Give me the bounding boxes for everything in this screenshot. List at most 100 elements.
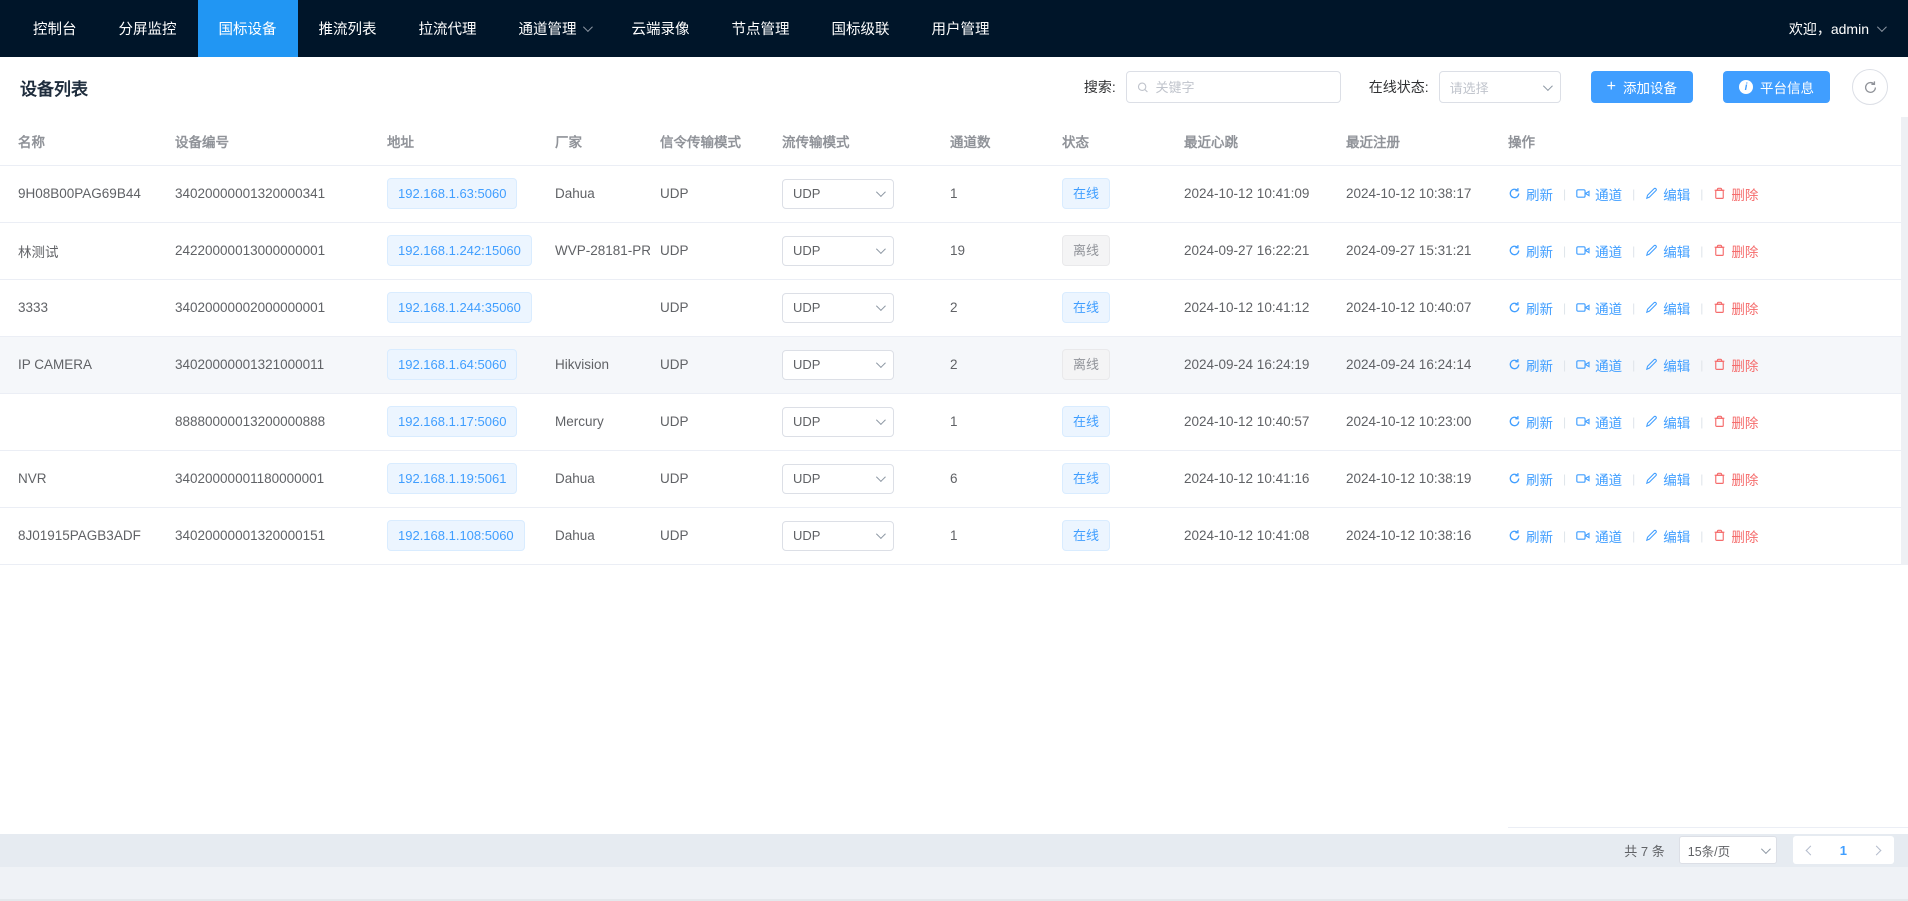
stream-mode-select[interactable]: UDP xyxy=(782,464,894,494)
edit-action[interactable]: 编辑 xyxy=(1645,469,1690,489)
search-input[interactable] xyxy=(1156,80,1330,95)
row-actions: 刷新 | 通道 | 编辑 | xyxy=(1508,241,1898,261)
channel-action[interactable]: 通道 xyxy=(1576,412,1622,432)
nav-item[interactable]: 云端录像 xyxy=(611,0,711,57)
chevron-down-icon xyxy=(876,358,886,368)
nav-item[interactable]: 通道管理 xyxy=(498,0,611,57)
nav-item[interactable]: 拉流代理 xyxy=(398,0,498,57)
info-icon: i xyxy=(1739,80,1753,94)
chevron-down-icon xyxy=(876,301,886,311)
action-divider: | xyxy=(1563,358,1566,372)
action-divider: | xyxy=(1563,301,1566,315)
delete-action[interactable]: 删除 xyxy=(1713,355,1758,375)
row-actions: 刷新 | 通道 | 编辑 | xyxy=(1508,526,1898,546)
platform-info-button[interactable]: i 平台信息 xyxy=(1723,71,1830,103)
total-count: 共 7 条 xyxy=(1624,841,1664,860)
action-divider: | xyxy=(1700,472,1703,486)
table-scrollbar[interactable] xyxy=(1901,117,1908,565)
edit-pen-icon xyxy=(1645,301,1658,314)
stream-mode-value: UDP xyxy=(793,414,820,429)
refresh-action-label: 刷新 xyxy=(1526,469,1553,489)
action-divider: | xyxy=(1700,415,1703,429)
current-page[interactable]: 1 xyxy=(1840,843,1847,858)
device-name: 8J01915PAGB3ADF xyxy=(0,507,165,564)
stream-mode-select[interactable]: UDP xyxy=(782,236,894,266)
channel-action-label: 通道 xyxy=(1595,469,1622,489)
nav-item[interactable]: 用户管理 xyxy=(911,0,1011,57)
nav-item-label: 用户管理 xyxy=(932,18,990,39)
table-row: NVR 34020000001180000001 192.168.1.19:50… xyxy=(0,450,1908,507)
action-divider: | xyxy=(1700,244,1703,258)
column-header: 流传输模式 xyxy=(772,117,940,165)
online-status-select[interactable]: 请选择 xyxy=(1439,71,1561,103)
stream-mode-select[interactable]: UDP xyxy=(782,293,894,323)
search-label: 搜索: xyxy=(1084,77,1116,97)
channel-action[interactable]: 通道 xyxy=(1576,298,1622,318)
delete-action[interactable]: 删除 xyxy=(1713,184,1758,204)
table-body: 9H08B00PAG69B44 34020000001320000341 192… xyxy=(0,165,1908,564)
nav-item-label: 推流列表 xyxy=(319,18,377,39)
action-divider: | xyxy=(1700,358,1703,372)
delete-action[interactable]: 删除 xyxy=(1713,412,1758,432)
user-menu[interactable]: 欢迎，admin xyxy=(1765,0,1908,57)
edit-action[interactable]: 编辑 xyxy=(1645,241,1690,261)
refresh-action[interactable]: 刷新 xyxy=(1508,412,1553,432)
refresh-icon xyxy=(1508,301,1521,314)
stream-mode-select[interactable]: UDP xyxy=(782,407,894,437)
page-size-select[interactable]: 15条/页 xyxy=(1679,836,1777,864)
refresh-icon xyxy=(1508,529,1521,542)
address-tag: 192.168.1.19:5061 xyxy=(387,463,517,494)
edit-action[interactable]: 编辑 xyxy=(1645,355,1690,375)
refresh-list-button[interactable] xyxy=(1852,69,1888,105)
delete-action[interactable]: 删除 xyxy=(1713,241,1758,261)
channel-action[interactable]: 通道 xyxy=(1576,184,1622,204)
refresh-action[interactable]: 刷新 xyxy=(1508,469,1553,489)
edit-pen-icon xyxy=(1645,187,1658,200)
channel-action[interactable]: 通道 xyxy=(1576,241,1622,261)
nav-spacer xyxy=(1011,0,1765,57)
nav-item[interactable]: 国标设备 xyxy=(198,0,298,57)
delete-action[interactable]: 删除 xyxy=(1713,298,1758,318)
chevron-down-icon xyxy=(876,415,886,425)
nav-item[interactable]: 推流列表 xyxy=(298,0,398,57)
delete-action[interactable]: 删除 xyxy=(1713,526,1758,546)
refresh-icon xyxy=(1508,187,1521,200)
stream-mode-select[interactable]: UDP xyxy=(782,521,894,551)
add-device-button[interactable]: + 添加设备 xyxy=(1591,71,1693,103)
device-id: 24220000013000000001 xyxy=(165,222,377,279)
stream-mode-select[interactable]: UDP xyxy=(782,350,894,380)
delete-action[interactable]: 删除 xyxy=(1713,469,1758,489)
signaling-mode: UDP xyxy=(650,450,772,507)
refresh-action[interactable]: 刷新 xyxy=(1508,184,1553,204)
channel-action[interactable]: 通道 xyxy=(1576,355,1622,375)
nav-item[interactable]: 分屏监控 xyxy=(98,0,198,57)
refresh-action[interactable]: 刷新 xyxy=(1508,298,1553,318)
refresh-action[interactable]: 刷新 xyxy=(1508,241,1553,261)
next-page-button[interactable] xyxy=(1872,845,1882,855)
toolbar: 设备列表 搜索: 在线状态: 请选择 + 添加设备 i 平台信息 xyxy=(0,57,1908,117)
prev-page-button[interactable] xyxy=(1805,845,1815,855)
refresh-action[interactable]: 刷新 xyxy=(1508,355,1553,375)
device-table: 名称设备编号地址厂家信令传输模式流传输模式通道数状态最近心跳最近注册操作 9H0… xyxy=(0,117,1908,565)
stream-mode-select[interactable]: UDP xyxy=(782,179,894,209)
nav-item[interactable]: 节点管理 xyxy=(711,0,811,57)
page-title: 设备列表 xyxy=(20,75,88,100)
edit-action[interactable]: 编辑 xyxy=(1645,526,1690,546)
manufacturer: Hikvision xyxy=(545,336,650,393)
platform-info-label: 平台信息 xyxy=(1760,77,1814,97)
nav-item-label: 分屏监控 xyxy=(119,18,177,39)
trash-icon xyxy=(1713,358,1726,371)
edit-action[interactable]: 编辑 xyxy=(1645,412,1690,432)
device-name: NVR xyxy=(0,450,165,507)
refresh-action[interactable]: 刷新 xyxy=(1508,526,1553,546)
edit-action[interactable]: 编辑 xyxy=(1645,298,1690,318)
nav-item[interactable]: 国标级联 xyxy=(811,0,911,57)
channel-action[interactable]: 通道 xyxy=(1576,526,1622,546)
nav-item[interactable]: 控制台 xyxy=(12,0,98,57)
action-divider: | xyxy=(1632,529,1635,543)
refresh-action-label: 刷新 xyxy=(1526,412,1553,432)
edit-action-label: 编辑 xyxy=(1663,355,1690,375)
channel-action[interactable]: 通道 xyxy=(1576,469,1622,489)
edit-action[interactable]: 编辑 xyxy=(1645,184,1690,204)
toolbar-right: 搜索: 在线状态: 请选择 + 添加设备 i 平台信息 xyxy=(1084,69,1888,105)
